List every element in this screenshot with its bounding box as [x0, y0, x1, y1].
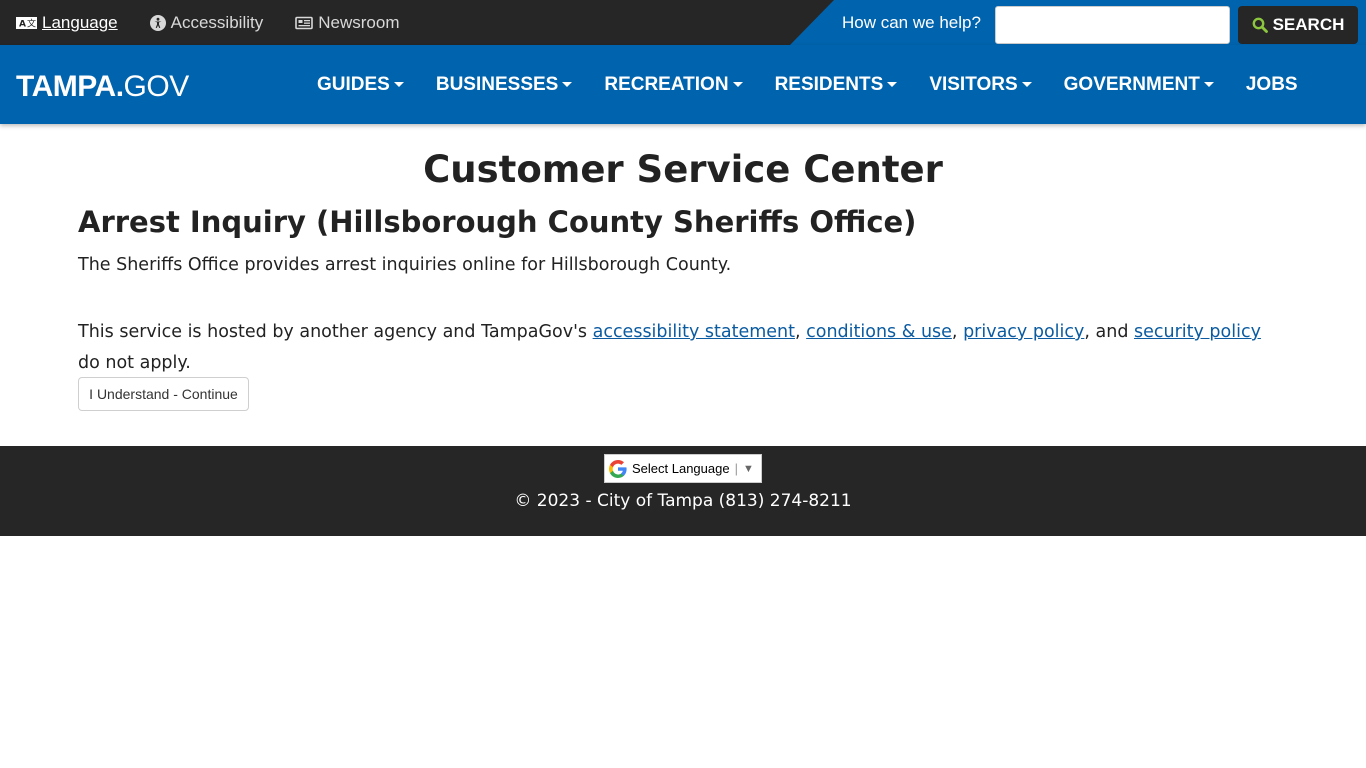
conditions-use-link[interactable]: conditions & use [806, 322, 952, 342]
dropdown-arrow-icon: ▼ [742, 462, 754, 475]
nav-item-label: GUIDES [317, 73, 390, 95]
logo-part-1: TAMPA. [16, 70, 124, 103]
accessibility-icon [149, 14, 166, 31]
utility-bar: A文 Language Accessibility Newsroom How c… [0, 0, 1366, 45]
nav-item-government[interactable]: GOVERNMENT [1064, 74, 1214, 96]
svg-text:A: A [19, 19, 26, 29]
nav-item-label: RECREATION [604, 73, 729, 95]
search-label: How can we help? [842, 12, 981, 32]
newsroom-label: Newsroom [318, 12, 400, 32]
notice-separator: , [951, 322, 964, 342]
nav-item-label: JOBS [1245, 73, 1298, 95]
nav-item-recreation[interactable]: RECREATION [604, 73, 743, 96]
continue-button[interactable]: I Understand - Continue [78, 377, 249, 411]
caret-down-icon [562, 82, 573, 87]
nav-item-visitors[interactable]: VISITORS [929, 73, 1032, 96]
nav-items: GUIDES BUSINESSES RECREATION RESIDENTS V… [317, 45, 1298, 124]
nav-item-label: GOVERNMENT [1063, 73, 1200, 95]
language-link[interactable]: A文 Language [16, 13, 118, 33]
caret-down-icon [887, 82, 898, 87]
copyright-text: © 2023 - City of Tampa (813) 274-8211 [514, 491, 852, 511]
translate-icon: A文 [16, 16, 37, 29]
accessibility-label: Accessibility [170, 12, 264, 32]
select-divider: | [734, 461, 738, 476]
svg-text:文: 文 [27, 17, 36, 29]
nav-item-residents[interactable]: RESIDENTS [775, 74, 898, 96]
search-input[interactable] [995, 6, 1230, 44]
google-icon [609, 459, 627, 478]
main-nav: TAMPA.GOV GUIDES BUSINESSES RECREATION R… [0, 45, 1366, 124]
language-select[interactable]: Select Language | ▼ [604, 454, 762, 483]
page-title: Customer Service Center [423, 148, 943, 191]
footer: Select Language | ▼ © 2023 - City of Tam… [0, 446, 1366, 536]
accessibility-link[interactable]: Accessibility [149, 12, 264, 33]
accessibility-statement-link[interactable]: accessibility statement [593, 322, 795, 342]
search-button-label: SEARCH [1272, 15, 1345, 34]
caret-down-icon [393, 82, 404, 87]
nav-item-guides[interactable]: GUIDES [317, 74, 404, 96]
nav-item-label: RESIDENTS [774, 73, 884, 95]
site-logo[interactable]: TAMPA.GOV [16, 69, 189, 105]
nav-item-jobs[interactable]: JOBS [1246, 74, 1298, 96]
privacy-policy-link[interactable]: privacy policy [963, 322, 1084, 342]
nav-item-label: BUSINESSES [435, 73, 559, 95]
notice-suffix: do not apply. [78, 353, 191, 373]
select-language-label: Select Language [632, 461, 730, 476]
language-label: Language [42, 12, 118, 32]
utility-links: A文 Language Accessibility Newsroom [16, 0, 431, 45]
caret-down-icon [1203, 82, 1214, 87]
newsroom-link[interactable]: Newsroom [295, 13, 399, 33]
notice-prefix: This service is hosted by another agency… [78, 322, 593, 342]
search-icon [1252, 17, 1268, 33]
third-party-notice: This service is hosted by another agency… [78, 317, 1288, 379]
nav-item-businesses[interactable]: BUSINESSES [435, 73, 573, 96]
notice-separator: , [795, 322, 807, 342]
search-button[interactable]: SEARCH [1238, 6, 1358, 44]
notice-separator: , and [1084, 322, 1134, 342]
service-title: Arrest Inquiry (Hillsborough County Sher… [78, 205, 917, 239]
nav-item-label: VISITORS [929, 73, 1018, 95]
newspaper-icon [295, 16, 314, 30]
logo-part-2: GOV [123, 70, 190, 103]
service-description: The Sheriffs Office provides arrest inqu… [78, 255, 732, 275]
caret-down-icon [1021, 82, 1032, 87]
caret-down-icon [732, 82, 743, 87]
security-policy-link[interactable]: security policy [1134, 322, 1261, 342]
